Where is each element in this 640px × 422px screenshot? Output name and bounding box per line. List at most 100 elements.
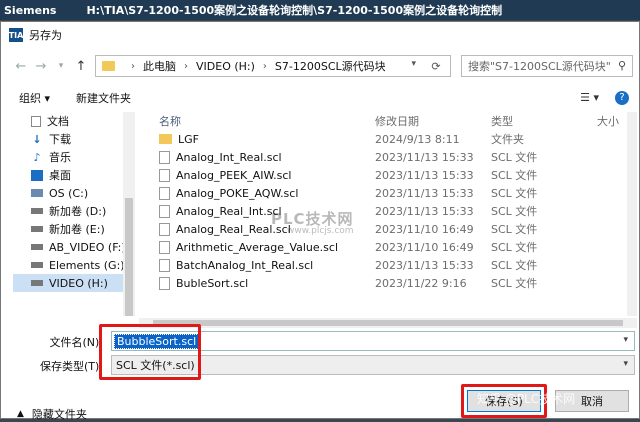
sidebar-item-drive-h[interactable]: VIDEO (H:)	[13, 274, 135, 292]
sidebar-item-label: OS (C:)	[49, 186, 89, 200]
column-header-date[interactable]: 修改日期	[371, 113, 491, 129]
cancel-label: 取消	[581, 395, 603, 408]
file-date: 2024/9/13 8:11	[375, 132, 460, 146]
search-input[interactable]: 搜索"S7-1200SCL源代码块" ⚲	[461, 55, 633, 77]
folder-icon	[159, 134, 172, 144]
file-type: SCL 文件	[491, 187, 538, 200]
chevron-down-icon[interactable]: ▾	[623, 359, 628, 369]
table-row[interactable]: BubleSort.scl 2023/11/22 9:16 SCL 文件	[139, 274, 625, 292]
sidebar-item-label: 新加卷 (E:)	[49, 223, 105, 236]
file-type: SCL 文件	[491, 241, 538, 254]
chevron-right-icon[interactable]: ›	[184, 61, 188, 72]
column-header-name[interactable]: 名称	[139, 113, 371, 129]
new-folder-button[interactable]: 新建文件夹	[76, 90, 131, 106]
toolbar: 组织 ▾ 新建文件夹 ☰ ▾ ?	[1, 86, 639, 110]
hide-folders-label: 隐藏文件夹	[31, 408, 87, 421]
sidebar-item-label: 新加卷 (D:)	[49, 205, 107, 218]
column-header-size[interactable]: 大小	[597, 113, 625, 129]
sidebar-item-downloads[interactable]: ↓ 下载	[13, 130, 135, 148]
sidebar-item-label: 文档	[47, 115, 69, 128]
file-name: Analog_POKE_AQW.scl	[176, 186, 299, 200]
file-list-scrollbar[interactable]	[627, 112, 637, 316]
filetype-row: 保存类型(T): SCL 文件(*.scl) ▾	[1, 355, 639, 377]
sidebar-item-documents[interactable]: 文档	[13, 112, 135, 130]
table-row[interactable]: Analog_PEEK_AIW.scl 2023/11/13 15:33 SCL 文…	[139, 166, 625, 184]
search-placeholder: 搜索"S7-1200SCL源代码块"	[468, 60, 611, 73]
horizontal-scrollbar[interactable]	[139, 318, 637, 328]
refresh-icon[interactable]: ⟳	[425, 55, 447, 77]
up-arrow-icon[interactable]: ↑	[71, 56, 91, 76]
forward-arrow-icon[interactable]: →	[31, 56, 51, 76]
file-date: 2023/11/13 15:33	[375, 258, 474, 272]
hide-folders-toggle[interactable]: ▲ 隐藏文件夹	[17, 406, 87, 422]
filetype-label: 保存类型(T):	[39, 360, 103, 373]
file-icon	[159, 186, 170, 200]
watermark-url: www.plcjs.com	[287, 226, 354, 236]
corner-watermark: 知乎 @PLC技术网	[477, 392, 576, 406]
dialog-titlebar: TIA 另存为	[1, 22, 639, 48]
chevron-down-icon[interactable]: ▾	[623, 335, 628, 345]
sidebar-item-desktop[interactable]: 桌面	[13, 166, 135, 184]
search-icon: ⚲	[617, 59, 626, 72]
file-name: Analog_PEEK_AIW.scl	[176, 168, 292, 182]
chevron-up-icon: ▲	[17, 409, 24, 419]
sidebar-item-drive-f[interactable]: AB_VIDEO (F:)	[13, 238, 135, 256]
organize-button[interactable]: 组织 ▾	[19, 90, 50, 106]
highlight-box	[99, 324, 201, 380]
navigation-pane: 文档 ↓ 下载 ♪ 音乐 桌面 OS (C:) 新加卷 (D:) 新加卷 (E:) …	[13, 112, 135, 316]
sidebar-scrollbar[interactable]	[123, 112, 135, 316]
file-date: 2023/11/10 16:49	[375, 240, 474, 254]
recent-dropdown-icon[interactable]: ▾	[51, 56, 71, 76]
sidebar-item-label: Elements (G:)	[49, 258, 125, 272]
table-row[interactable]: Arithmetic_Average_Value.scl 2023/11/10 1…	[139, 238, 625, 256]
file-icon	[159, 240, 170, 254]
table-row[interactable]: Analog_POKE_AQW.scl 2023/11/13 15:33 SCL 文…	[139, 184, 625, 202]
table-row[interactable]: Analog_Real_Real.scl 2023/11/10 16:49 SCL …	[139, 220, 625, 238]
tia-logo-icon: TIA	[9, 28, 23, 42]
sidebar-item-label: 下载	[49, 133, 71, 146]
file-type: SCL 文件	[491, 169, 538, 182]
back-arrow-icon[interactable]: ←	[11, 56, 31, 76]
table-row[interactable]: Analog_Int_Real.scl 2023/11/13 15:33 SCL 文…	[139, 148, 625, 166]
file-type: SCL 文件	[491, 205, 538, 218]
app-titlebar: Siemens H:\TIA\S7-1200-1500案例之设备轮询控制\S7-…	[0, 0, 640, 20]
file-list: 名称 修改日期 类型 大小 LGF 2024/9/13 8:11 文件夹 Analo…	[139, 112, 625, 316]
file-name: Arithmetic_Average_Value.scl	[176, 240, 338, 254]
desktop-icon	[31, 169, 43, 181]
sidebar-item-music[interactable]: ♪ 音乐	[13, 148, 135, 166]
table-row[interactable]: LGF 2024/9/13 8:11 文件夹	[139, 130, 625, 148]
sidebar-item-label: 音乐	[49, 151, 71, 164]
app-name: Siemens	[4, 3, 57, 17]
breadcrumb-drive[interactable]: VIDEO (H:)	[196, 60, 255, 73]
table-row[interactable]: Analog_Real_Int.scl 2023/11/13 15:33 SCL 文…	[139, 202, 625, 220]
navigation-bar: ← → ▾ ↑ › 此电脑 › VIDEO (H:) › S7-1200SCL源…	[1, 50, 639, 82]
document-icon	[31, 115, 41, 127]
file-date: 2023/11/22 9:16	[375, 276, 467, 290]
sidebar-item-label: VIDEO (H:)	[49, 276, 108, 290]
table-row[interactable]: BatchAnalog_Int_Real.scl 2023/11/13 15:33…	[139, 256, 625, 274]
chevron-right-icon[interactable]: ›	[131, 61, 135, 72]
column-header-type[interactable]: 类型	[491, 113, 597, 129]
breadcrumb-this-pc[interactable]: 此电脑	[143, 58, 176, 74]
file-date: 2023/11/10 16:49	[375, 222, 474, 236]
file-icon	[159, 150, 170, 164]
filename-label: 文件名(N):	[49, 336, 103, 349]
address-bar[interactable]: › 此电脑 › VIDEO (H:) › S7-1200SCL源代码块 ▾	[95, 55, 451, 77]
scrollbar-thumb[interactable]	[153, 320, 623, 326]
chevron-right-icon[interactable]: ›	[263, 61, 267, 72]
sidebar-item-drive-d[interactable]: 新加卷 (D:)	[13, 202, 135, 220]
folder-icon	[102, 61, 115, 71]
file-name: BubleSort.scl	[176, 276, 249, 290]
help-icon[interactable]: ?	[615, 91, 629, 105]
file-type: SCL 文件	[491, 277, 538, 290]
breadcrumb-folder[interactable]: S7-1200SCL源代码块	[275, 58, 386, 74]
scrollbar-thumb[interactable]	[125, 198, 133, 316]
file-name: Analog_Real_Int.scl	[176, 204, 282, 218]
sidebar-item-drive-g[interactable]: Elements (G:)	[13, 256, 135, 274]
sidebar-item-drive-c[interactable]: OS (C:)	[13, 184, 135, 202]
save-as-dialog: TIA 另存为 ← → ▾ ↑ › 此电脑 › VIDEO (H:) › S7-…	[0, 21, 640, 422]
address-dropdown-icon[interactable]: ▾	[411, 59, 416, 69]
view-options-icon[interactable]: ☰ ▾	[580, 91, 599, 105]
drive-icon	[31, 189, 43, 197]
sidebar-item-drive-e[interactable]: 新加卷 (E:)	[13, 220, 135, 238]
